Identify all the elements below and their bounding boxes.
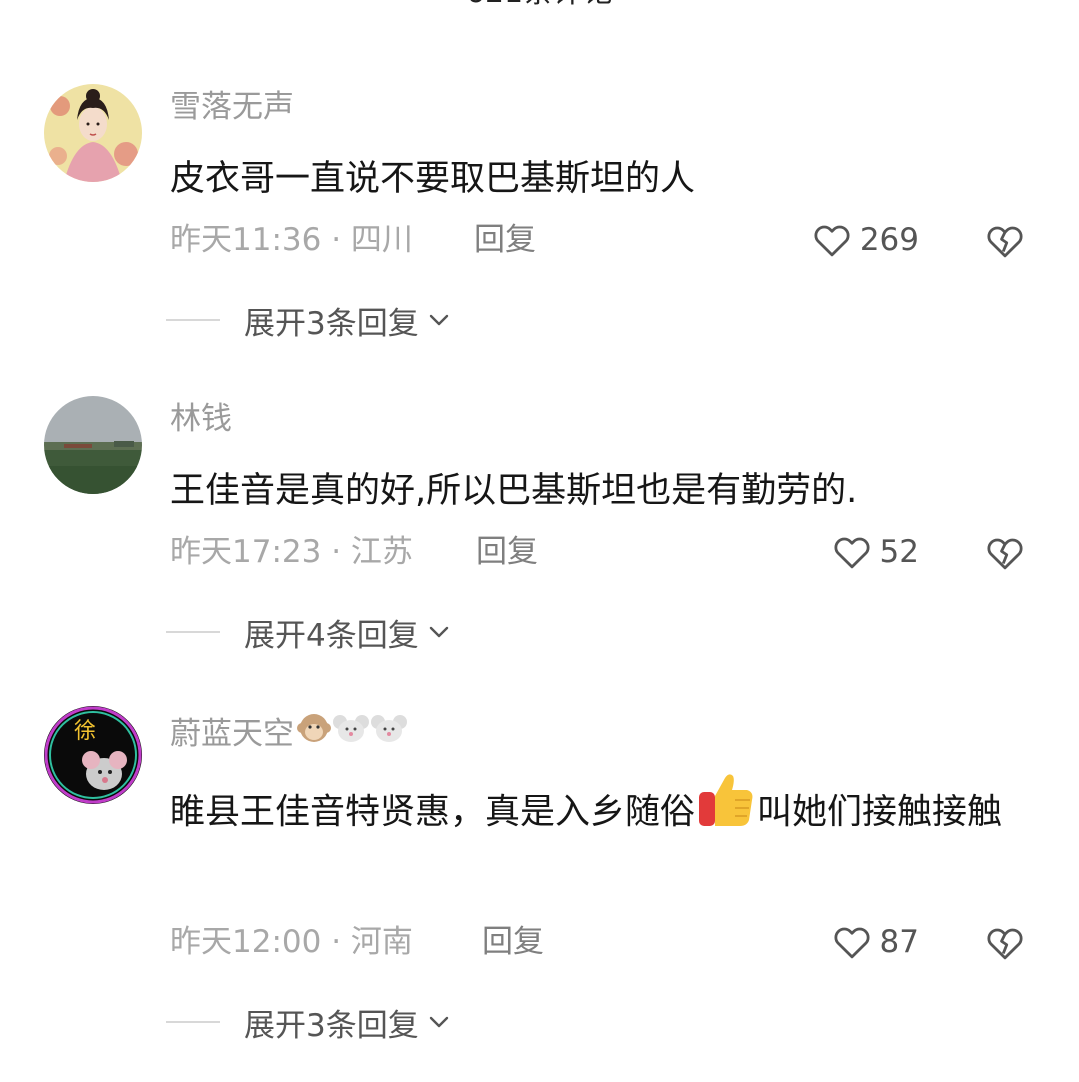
like-button[interactable]: 52 bbox=[830, 530, 919, 574]
like-count: 87 bbox=[879, 924, 919, 960]
meta-separator: · bbox=[321, 924, 351, 960]
chevron-down-icon bbox=[429, 314, 448, 326]
username[interactable]: 雪落无声 bbox=[170, 86, 294, 128]
avatar[interactable]: 徐 bbox=[44, 706, 142, 804]
like-button[interactable]: 269 bbox=[810, 218, 919, 262]
comment-text-part1: 睢县王佳音特贤惠，真是入乡随俗 bbox=[170, 792, 696, 833]
heart-outline-icon bbox=[814, 225, 850, 257]
expand-replies-button[interactable]: 展开4条回复 bbox=[166, 612, 451, 654]
expand-replies-label: 展开3条回复 bbox=[244, 1007, 419, 1044]
monkey-emoji-icon bbox=[296, 710, 332, 757]
chevron-down-icon bbox=[429, 626, 448, 638]
comment-text-part2: 叫她们接触接触 bbox=[757, 792, 1003, 833]
reply-button[interactable]: 回复 bbox=[474, 220, 536, 260]
timestamp: 昨天11:36 bbox=[170, 222, 322, 258]
broken-heart-icon[interactable] bbox=[984, 220, 1026, 262]
comment-meta: 昨天17:23 · 江苏 bbox=[170, 532, 413, 572]
expand-replies-button[interactable]: 展开3条回复 bbox=[166, 300, 451, 342]
expand-replies-button[interactable]: 展开3条回复 bbox=[166, 1002, 451, 1044]
like-button[interactable]: 87 bbox=[830, 920, 919, 964]
expand-replies-label: 展开4条回复 bbox=[244, 617, 419, 654]
thumbs-up-emoji-icon bbox=[695, 770, 757, 857]
location: 江苏 bbox=[350, 534, 413, 570]
chevron-down-icon bbox=[429, 1016, 448, 1028]
meta-separator: · bbox=[321, 534, 351, 570]
avatar[interactable] bbox=[44, 84, 142, 182]
comment-text: 王佳音是真的好,所以巴基斯坦也是有勤劳的. bbox=[170, 471, 858, 511]
divider-line bbox=[166, 1021, 220, 1023]
location: 四川 bbox=[350, 222, 413, 258]
broken-heart-icon[interactable] bbox=[984, 532, 1026, 574]
reply-button[interactable]: 回复 bbox=[476, 532, 538, 572]
expand-replies-label: 展开3条回复 bbox=[244, 305, 419, 342]
timestamp: 昨天12:00 bbox=[170, 924, 322, 960]
svg-text:徐: 徐 bbox=[74, 719, 96, 744]
comment-count-title: 621条评论 bbox=[0, 0, 1079, 8]
location: 河南 bbox=[350, 924, 413, 960]
username-text: 蔚蓝天空 bbox=[170, 715, 294, 752]
like-count: 269 bbox=[859, 222, 919, 258]
comment-meta: 昨天12:00 · 河南 bbox=[170, 922, 413, 962]
divider-line bbox=[166, 319, 220, 321]
broken-heart-icon[interactable] bbox=[984, 922, 1026, 964]
comment-text: 睢县王佳音特贤惠，真是入乡随俗 叫她们接触接触 bbox=[170, 770, 1040, 857]
heart-outline-icon bbox=[834, 927, 870, 959]
reply-button[interactable]: 回复 bbox=[482, 922, 544, 962]
heart-outline-icon bbox=[834, 537, 870, 569]
meta-separator: · bbox=[321, 222, 351, 258]
mouse-emoji-icon bbox=[332, 710, 370, 757]
mouse-emoji-icon bbox=[370, 710, 408, 757]
timestamp: 昨天17:23 bbox=[170, 534, 322, 570]
avatar[interactable] bbox=[44, 396, 142, 494]
comment-text: 皮衣哥一直说不要取巴基斯坦的人 bbox=[170, 159, 696, 199]
like-count: 52 bbox=[879, 534, 919, 570]
comment-meta: 昨天11:36 · 四川 bbox=[170, 220, 413, 260]
divider-line bbox=[166, 631, 220, 633]
username[interactable]: 林钱 bbox=[170, 398, 232, 440]
username[interactable]: 蔚蓝天空 bbox=[170, 710, 408, 757]
